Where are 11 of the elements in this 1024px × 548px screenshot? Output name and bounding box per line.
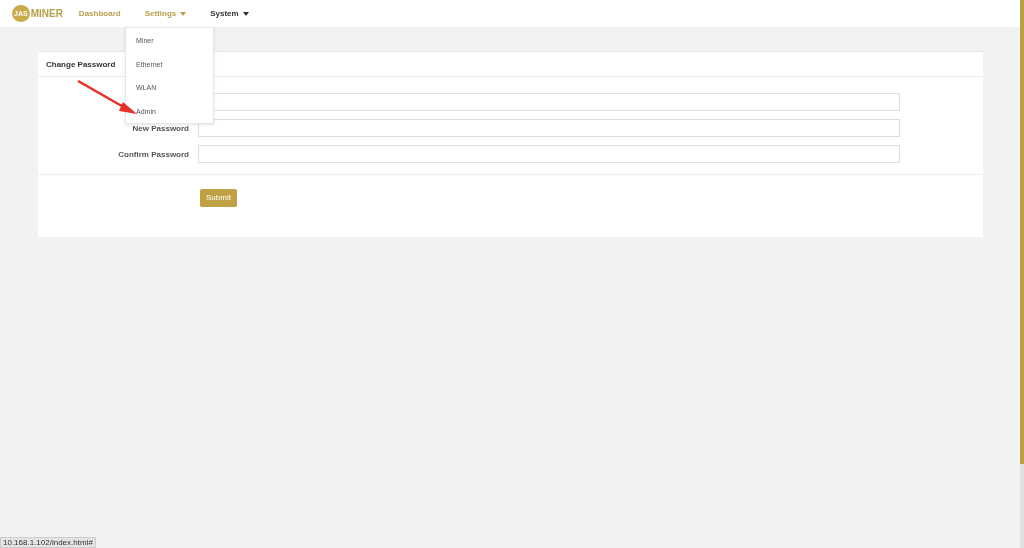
caret-icon bbox=[180, 11, 187, 16]
nav-link[interactable]: System bbox=[209, 9, 250, 18]
caret-icon bbox=[242, 11, 249, 16]
scrollbar[interactable] bbox=[1020, 0, 1024, 548]
password-field[interactable] bbox=[198, 119, 900, 137]
field-label: New Password bbox=[132, 123, 189, 133]
password-field[interactable] bbox=[198, 145, 900, 163]
panel-title: Change Password bbox=[46, 59, 116, 69]
status-url: 10.168.1.102/index.html# bbox=[0, 537, 96, 548]
logo-name: MINER bbox=[30, 8, 63, 19]
field-label: Confirm Password bbox=[118, 149, 189, 159]
